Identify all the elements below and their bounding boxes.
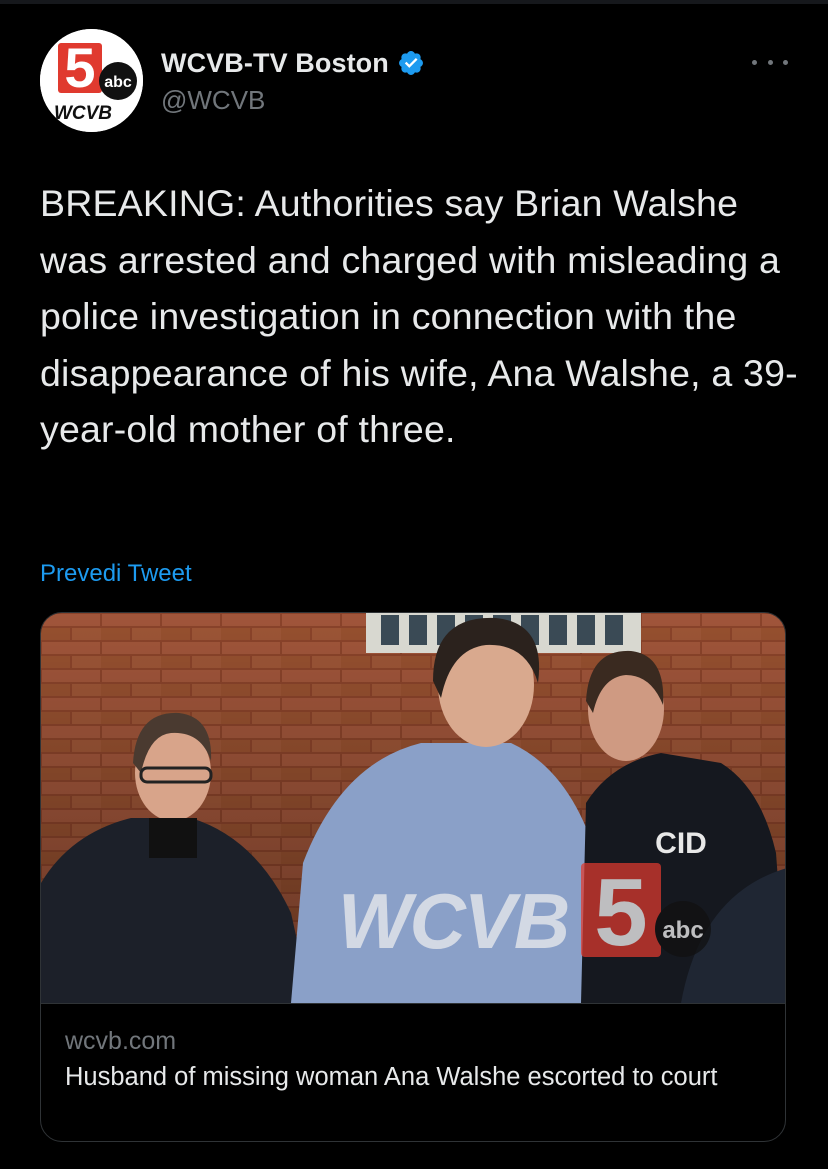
author-handle[interactable]: @WCVB [161, 85, 265, 116]
wcvb-logo: 5 abc WCVB [40, 29, 143, 132]
translate-tweet-link[interactable]: Prevedi Tweet [40, 560, 192, 588]
watermark-number: 5 [594, 859, 647, 966]
avatar[interactable]: 5 abc WCVB [40, 29, 143, 132]
more-dot-icon [752, 59, 757, 65]
card-title[interactable]: Husband of missing woman Ana Walshe esco… [65, 1060, 765, 1095]
more-horizontal-icon[interactable] [752, 50, 788, 74]
display-name[interactable]: WCVB-TV Boston [161, 48, 389, 79]
logo-network: abc [104, 74, 132, 91]
more-dot-icon [783, 59, 788, 65]
card-photo-illustration: CID WCVB 5 abc [41, 613, 785, 1003]
jacket-text: CID [655, 827, 707, 860]
logo-number: 5 [64, 36, 95, 99]
link-card[interactable]: CID WCVB 5 abc wcvb.com Husband of missi… [40, 612, 786, 1142]
card-image[interactable]: CID WCVB 5 abc [41, 613, 785, 1003]
verified-badge-icon [397, 49, 425, 77]
tweet-text: BREAKING: Authorities say Brian Walshe w… [40, 182, 798, 450]
watermark-call-sign: WCVB [338, 877, 568, 965]
card-domain: wcvb.com [65, 1027, 177, 1055]
more-dot-icon [767, 59, 773, 65]
card-meta[interactable]: wcvb.com Husband of missing woman Ana Wa… [41, 1003, 785, 1141]
logo-call-sign: WCVB [54, 103, 112, 124]
top-divider [0, 0, 828, 4]
watermark-network: abc [662, 917, 703, 944]
author-name-row[interactable]: WCVB-TV Boston [161, 46, 425, 80]
